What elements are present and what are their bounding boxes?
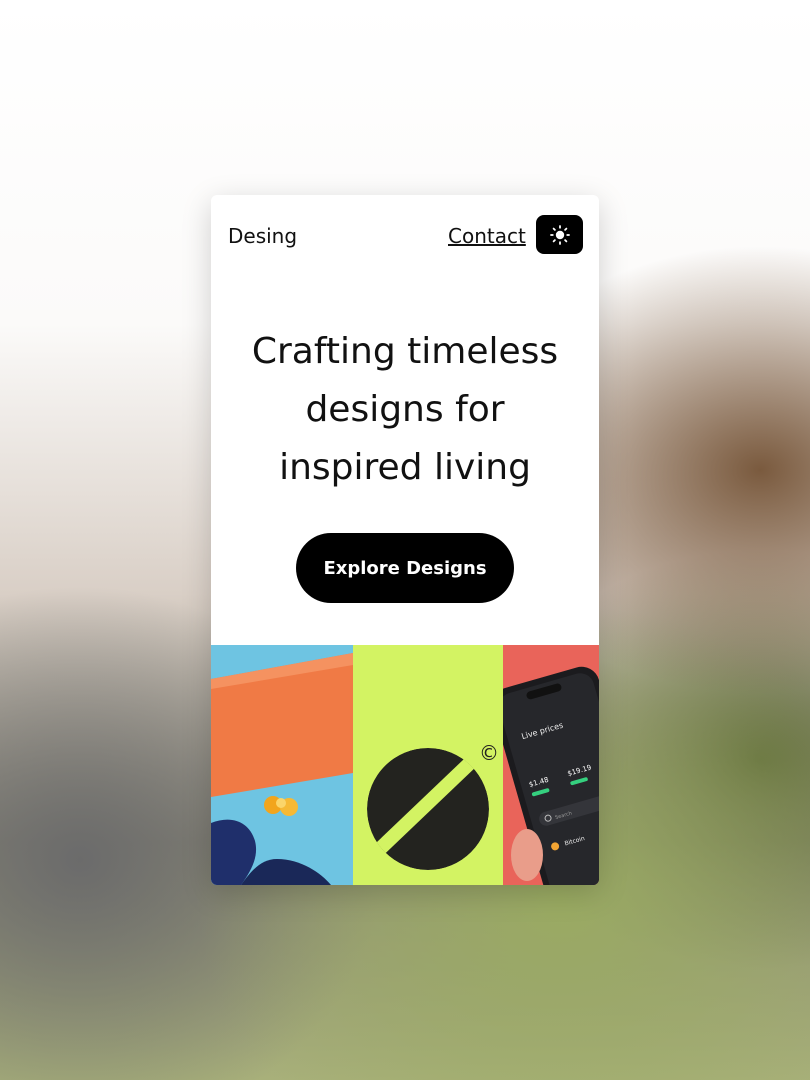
hero-title: Crafting timeless designs for inspired l… [251, 331, 559, 488]
phone-app-tile[interactable]: Live prices $1.48 $19.19 Search Bitcoin [503, 645, 599, 885]
contact-link[interactable]: Contact [448, 224, 526, 248]
explore-designs-button[interactable]: Explore Designs [296, 533, 514, 603]
theme-toggle-button[interactable] [536, 215, 583, 254]
portrait-orange-tile[interactable] [211, 645, 353, 885]
logo-mark-tile[interactable]: © [353, 645, 503, 885]
brand-logo[interactable]: Desing [228, 224, 297, 248]
portrait-illustration [211, 653, 353, 885]
logo-mark-illustration: © [367, 741, 499, 870]
sun-icon [549, 224, 570, 245]
mobile-preview-card: Desing Contact Crafting timeless designs… [211, 195, 599, 885]
design-gallery: © Live prices $1.48 $19.19 Search Bitcoi… [211, 645, 599, 885]
top-nav: Desing Contact [211, 195, 599, 279]
copyright-symbol: © [479, 741, 499, 765]
phone-illustration: Live prices $1.48 $19.19 Search Bitcoin [503, 666, 599, 885]
